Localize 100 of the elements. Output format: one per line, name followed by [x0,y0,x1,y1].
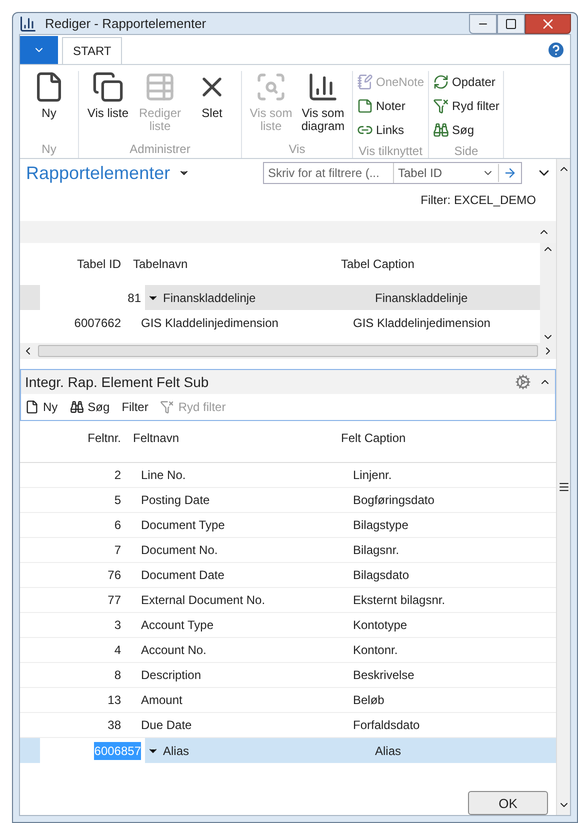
window-title: Rediger - Rapportelementer [45,14,206,33]
table-cell-text: 8 [114,667,121,684]
grip-icon[interactable] [558,481,570,494]
maximize-button[interactable] [497,14,525,34]
chart-icon [307,71,339,104]
table-cell-text: 5 [114,492,121,510]
ribbon-button[interactable]: Links [357,119,404,142]
ribbon-button[interactable]: Opdater [433,71,496,94]
table-row[interactable]: 4 Account No. Kontonr. [20,638,556,664]
ribbon-group-label: Administrer [130,141,190,158]
ribbon-button[interactable]: Vis liste [83,71,133,140]
ribbon-button[interactable]: Ny [24,71,74,140]
table-row[interactable]: 8 Description Beskrivelse [20,663,556,688]
ribbon-button[interactable]: Vis som diagram [298,71,348,140]
table-cell-text: Bilagstype [352,517,408,534]
table-cell-text: Due Date [140,717,193,734]
table-cell: 81 [40,285,145,310]
table-cell-text: GIS Kladdelinjedimension [140,314,280,332]
ok-button[interactable]: OK [468,791,548,816]
horizontal-scrollbar[interactable] [20,343,556,360]
column-header: Feltnavn [132,430,180,448]
table-cell-text: 6 [114,517,121,534]
table-cell-text: Account No. [140,642,208,660]
table-row[interactable]: 6 Document Type Bilagstype [20,513,556,538]
clear-filter-icon [160,400,174,414]
table-cell-text: Kontotype [352,617,408,634]
table-row[interactable]: 6007662 GIS Kladdelinjedimension GIS Kladdelinjedimension [20,310,540,336]
table-cell-text: Beskrivelse [352,667,414,684]
table-cell-text: Finanskladdelinje [374,290,468,307]
table-cell-text: Bilagsnr. [352,542,400,560]
clear-filter-icon [433,98,450,114]
close-button[interactable] [525,14,571,34]
table-cell-text: 4 [114,642,121,660]
table-row[interactable]: 7 Document No. Bilagsnr. [20,538,556,564]
table-cell-text: Document No. [140,542,219,560]
table-cell: 6006857 [94,742,141,760]
column-header: Tabel ID [76,256,122,274]
binoculars-icon [70,400,84,414]
table-cell-text: Line No. [140,467,187,484]
table-cell-text: 3 [114,617,121,634]
action-button[interactable]: Søg [70,398,110,416]
ribbon-group-label: Vis tilknyttet [358,143,422,160]
table-cell-text: 77 [108,592,121,610]
column-header: Tabelnavn [132,256,189,274]
table-cell-text: Bilagsdato [352,567,410,584]
table-cell-text: Amount [140,692,184,710]
table-cell-text: 2 [114,467,121,484]
ribbon-group-label: Vis [288,141,306,158]
action-button[interactable]: Filter [122,398,148,416]
note-icon [357,98,373,114]
table-row[interactable]: 6006857 Alias Alias [20,738,556,764]
table-cell-text: Posting Date [140,492,211,510]
table-row[interactable]: 3 Account Type Kontotype [20,613,556,638]
ribbon-button[interactable]: Ryd filter [433,95,500,118]
table-cell-text: 38 [108,717,121,734]
table-cell-text: Forfaldsdato [352,717,420,734]
scroll-thumb[interactable] [38,345,538,358]
subpage-title: Integr. Rap. Element Felt Sub [25,372,209,392]
table-cell-text: 6007662 [73,314,122,332]
table-row[interactable]: 81 Finanskladdelinje Finanskladdelinje [20,285,540,310]
table-cell-text: GIS Kladdelinjedimension [352,314,490,332]
table-edit-icon [144,71,176,104]
action-button[interactable]: Ny [25,398,58,416]
filter-field-dropdown[interactable]: Tabel ID [394,164,499,182]
table-row[interactable]: 5 Posting Date Bogføringsdato [20,488,556,514]
help-icon[interactable] [546,40,566,60]
table-cell-text: Eksternt bilagsnr. [352,592,446,610]
table-cell-text: Description [140,667,202,684]
ribbon-tab[interactable]: START [62,37,122,64]
table-cell-text: Bogføringsdato [352,492,434,510]
maximize-icon [505,18,517,30]
table-cell-text: 13 [108,692,121,710]
table-cell-text: 76 [108,567,121,584]
table-cell-text: External Document No. [140,592,266,610]
column-header: Feltnr. [86,430,122,448]
list-search-icon [255,71,287,104]
table-cell-text: Kontonr. [352,642,398,660]
table-cell-text: 7 [114,542,121,560]
ribbon-button[interactable]: Noter [357,95,406,118]
column-header: Tabel Caption [340,256,414,274]
apply-filter-icon[interactable] [503,166,517,180]
windows-icon [92,71,124,104]
ribbon-group-label: Side [454,143,478,160]
table-row[interactable]: 13 Amount Beløb [20,688,556,714]
scrollbar[interactable] [556,159,570,816]
page-title: Rapportelementer [26,162,170,185]
table-cell-text: Beløb [352,692,384,710]
column-header: Felt Caption [340,430,406,448]
table-row[interactable]: 2 Line No. Linjenr. [20,463,556,488]
table-cell-text: Finanskladdelinje [162,290,257,307]
table-cell-text: Document Type [140,517,226,534]
table-cell-text: Linjenr. [352,467,392,484]
gears-icon[interactable] [515,374,531,390]
ribbon-button[interactable]: Slet [187,71,237,140]
application-menu-button[interactable] [20,36,58,64]
table-row[interactable]: 76 Document Date Bilagsdato [20,563,556,588]
refresh-icon [433,74,450,90]
notebook-icon [357,74,373,90]
table-row[interactable]: 77 External Document No. Eksternt bilagsnr. [20,588,556,614]
ribbon-button[interactable]: Søg [433,119,474,142]
